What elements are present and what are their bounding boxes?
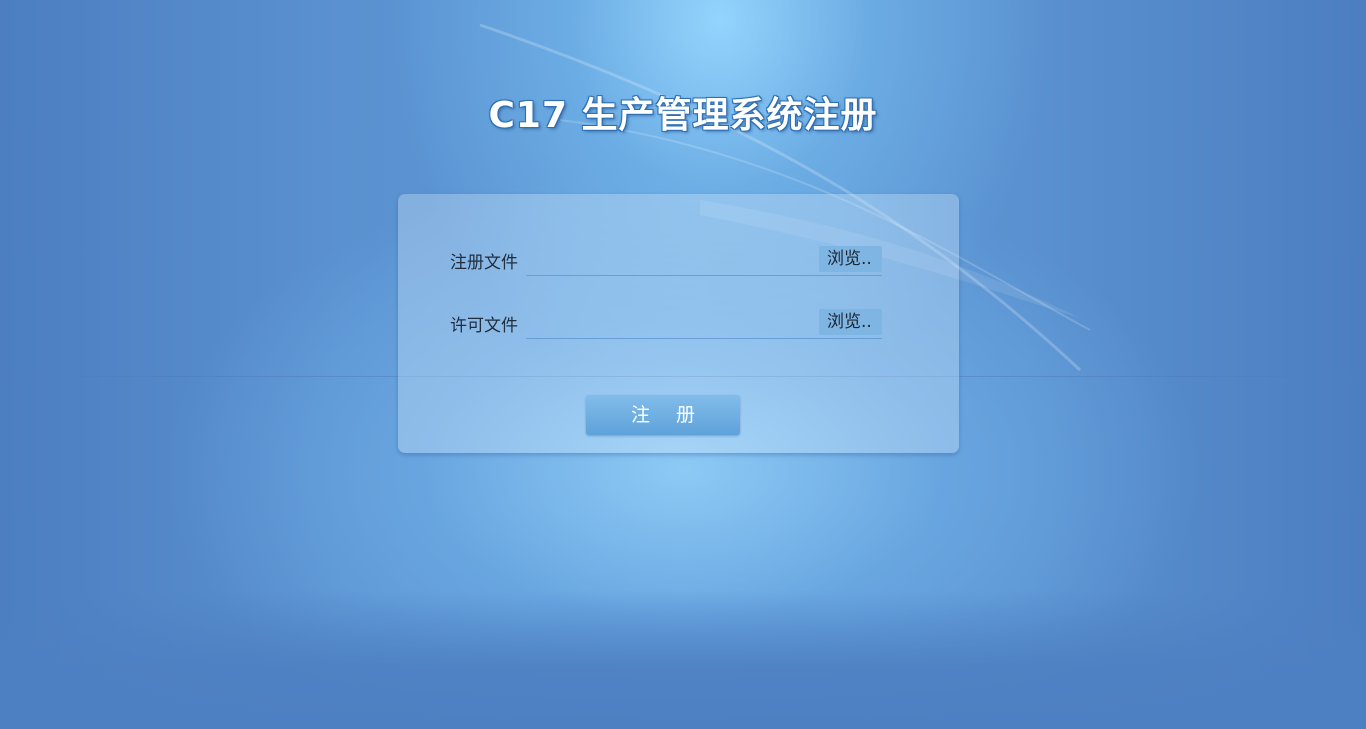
register-button[interactable]: 注 册 <box>586 395 740 435</box>
page-title: C17 生产管理系统注册 <box>488 95 878 136</box>
license-file-row: 许可文件 浏览.. <box>448 307 884 339</box>
registration-file-label: 注册文件 <box>450 253 518 273</box>
background-bottom-fade <box>0 590 1366 729</box>
registration-file-browse-button[interactable]: 浏览.. <box>819 246 882 272</box>
registration-file-field[interactable]: 浏览.. <box>526 244 882 276</box>
registration-file-row: 注册文件 浏览.. <box>448 244 884 276</box>
registration-panel: 注册文件 浏览.. 许可文件 浏览.. 注 册 <box>398 194 959 453</box>
license-file-label: 许可文件 <box>450 316 518 336</box>
license-file-browse-button[interactable]: 浏览.. <box>819 309 882 335</box>
license-file-field[interactable]: 浏览.. <box>526 307 882 339</box>
